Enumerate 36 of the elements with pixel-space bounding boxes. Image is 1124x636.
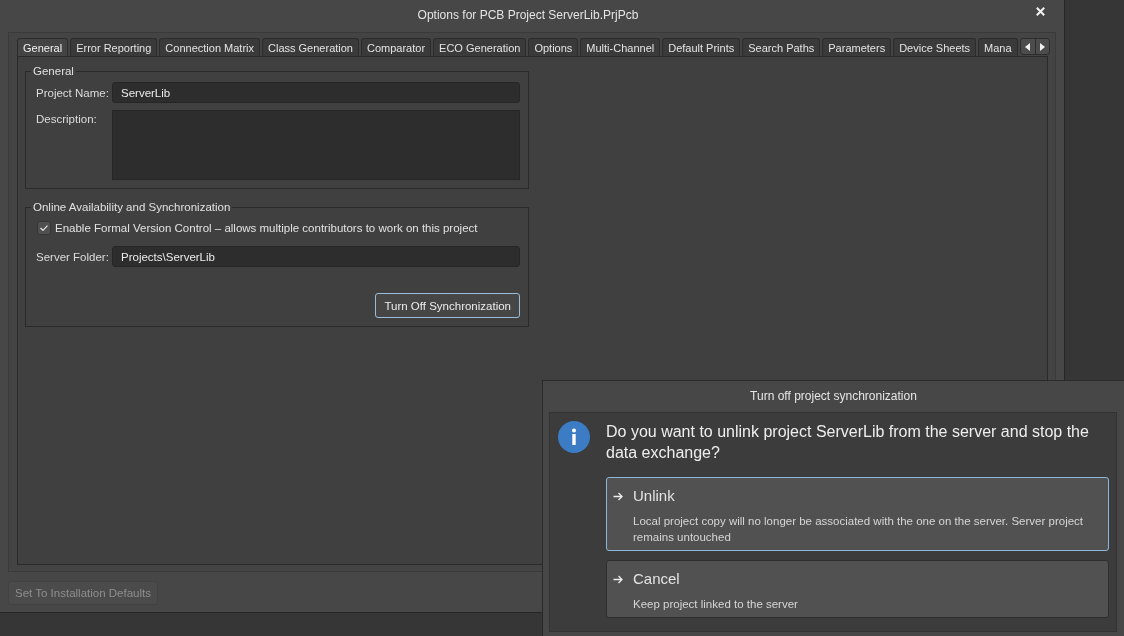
question-text: Do you want to unlink project ServerLib from the server and stop the data exchange? bbox=[606, 422, 1090, 463]
tab[interactable]: Options bbox=[528, 38, 579, 56]
tab[interactable]: Device Sheets bbox=[893, 38, 977, 56]
text-field[interactable]: Projects\ServerLib bbox=[112, 246, 520, 267]
field-label: Server Folder: bbox=[36, 250, 110, 263]
field-label: Project Name: bbox=[36, 86, 110, 99]
tab[interactable]: General bbox=[17, 38, 69, 56]
dialog-title: Turn off project synchronization bbox=[750, 389, 917, 403]
tab[interactable]: Error Reporting bbox=[70, 38, 158, 56]
group-title: General bbox=[32, 64, 75, 78]
window-title: Options for PCB Project ServerLib.PrjPcb bbox=[416, 7, 640, 24]
group-title: Online Availability and Synchronization bbox=[32, 200, 232, 214]
check-icon bbox=[40, 225, 48, 231]
info-icon bbox=[558, 421, 590, 453]
checkbox-label: Enable Formal Version Control – allows multiple contributors to work on this project bbox=[55, 222, 478, 234]
field-label: Description: bbox=[36, 112, 98, 125]
option-button[interactable]: Unlink Local project copy will no longer be associated with the one on the server. Server project remains untouched bbox=[606, 477, 1109, 551]
checkbox[interactable] bbox=[37, 221, 51, 235]
tab[interactable]: Default Prints bbox=[662, 38, 741, 56]
tab[interactable]: Parameters bbox=[822, 38, 892, 56]
tab[interactable]: Connection Matrix bbox=[159, 38, 260, 56]
arrow-icon bbox=[613, 574, 623, 584]
tab[interactable]: Search Paths bbox=[742, 38, 821, 56]
left-triangle-icon bbox=[1025, 42, 1031, 51]
text-field[interactable]: ServerLib bbox=[112, 82, 520, 103]
option-button[interactable]: Cancel Keep project linked to the server bbox=[606, 560, 1109, 618]
turn-off-sync-button[interactable]: Turn Off Synchronization bbox=[375, 293, 520, 318]
description-field[interactable] bbox=[112, 110, 520, 180]
arrow-icon bbox=[613, 491, 623, 501]
tab[interactable]: Comparator bbox=[361, 38, 432, 56]
right-triangle-icon bbox=[1039, 42, 1045, 51]
tab[interactable]: Mana bbox=[978, 38, 1018, 56]
tab[interactable]: Class Generation bbox=[262, 38, 359, 56]
close-icon[interactable] bbox=[1036, 7, 1045, 16]
tab[interactable]: Multi-Channel bbox=[580, 38, 661, 56]
tab[interactable]: ECO Generation bbox=[433, 38, 527, 56]
